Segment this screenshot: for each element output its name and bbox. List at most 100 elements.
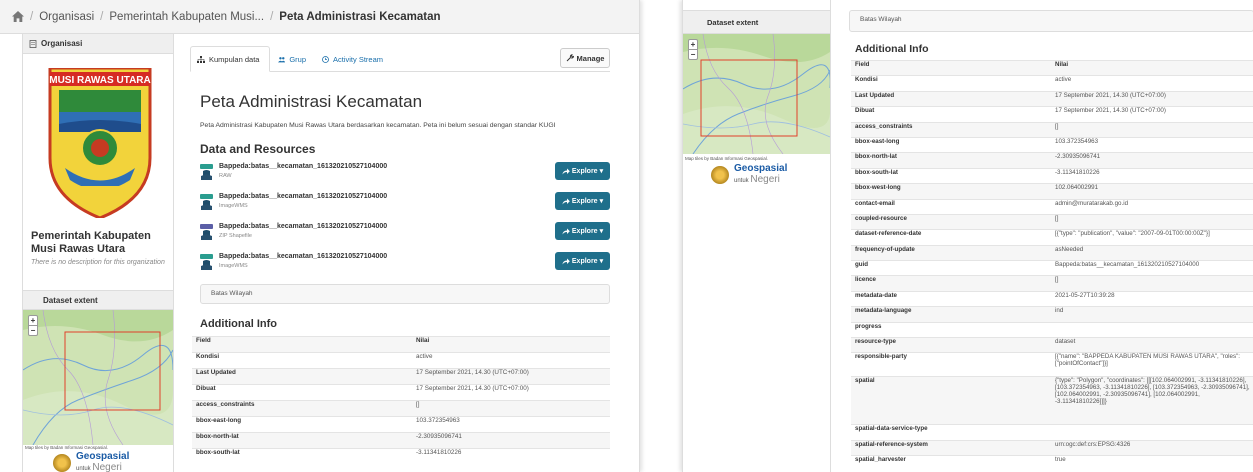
zoom-in-button[interactable]: +	[29, 316, 37, 325]
row-value: 17 September 2021, 14.30 (UTC+07:00)	[1051, 90, 1253, 107]
row-value: 102.064002991	[1051, 183, 1253, 200]
home-icon[interactable]	[12, 11, 24, 22]
caret-down-icon: ▾	[599, 168, 604, 175]
breadcrumb-link-organisasi[interactable]: Organisasi	[39, 11, 94, 23]
resource-item[interactable]: Bappeda:batas__kecamatan_161320210527104…	[200, 252, 610, 278]
resource-item[interactable]: Bappeda:batas__kecamatan_161320210527104…	[200, 162, 610, 188]
row-value: asNeeded	[1051, 244, 1253, 261]
row-value: Bappeda:batas__kecamatan_161320210527104…	[1051, 260, 1253, 276]
table-row: dataset-reference-date [{"type": "publica…	[851, 229, 1253, 246]
row-field: coupled-resource	[851, 213, 1051, 230]
row-field: spatial-data-service-type	[851, 424, 1051, 441]
geospasial-logo-for: untuk	[734, 178, 749, 184]
tab-activity-stream[interactable]: Activity Stream	[316, 46, 396, 72]
dataset-extent-map[interactable]: + −	[23, 310, 173, 445]
users-icon	[278, 56, 286, 62]
dataset-extent-heading: Dataset extent	[23, 290, 173, 310]
row-value: []	[1051, 213, 1253, 230]
share-arrow-icon	[562, 198, 570, 204]
organization-logo[interactable]: MUSI RAWAS UTARA	[45, 68, 155, 218]
resource-format: ImageWMS	[219, 203, 248, 209]
map-attribution[interactable]: Map tiles by Badan Informasi Geospasial.	[685, 156, 768, 161]
explore-button[interactable]: Explore ▾	[555, 162, 610, 180]
tab-kumpulan-data[interactable]: Kumpulan data	[190, 46, 270, 72]
table-row: coupled-resource[]	[851, 213, 1253, 230]
resource-name[interactable]: Bappeda:batas__kecamatan_161320210527104…	[219, 223, 387, 230]
organization-description: There is no description for this organiz…	[31, 259, 165, 266]
resource-format: ImageWMS	[219, 263, 248, 269]
tab-grup[interactable]: Grup	[272, 46, 312, 72]
explore-button-label: Explore	[571, 167, 598, 175]
row-field: spatial	[851, 376, 1051, 425]
resource-item[interactable]: Bappeda:batas__kecamatan_161320210527104…	[200, 222, 610, 248]
explore-button[interactable]: Explore ▾	[555, 252, 610, 270]
tab-label: Activity Stream	[333, 54, 384, 64]
organization-name[interactable]: Pemerintah Kabupaten Musi Rawas Utara	[31, 230, 171, 256]
zoom-out-button[interactable]: −	[29, 325, 37, 335]
row-value: -3.11341810226	[412, 448, 610, 465]
tag-batas-wilayah[interactable]: Batas Wilayah	[211, 290, 253, 297]
map-zoom-control: + −	[28, 315, 38, 336]
zoom-in-button[interactable]: +	[689, 40, 697, 49]
row-field: bbox-south-lat	[192, 448, 412, 465]
imagewms-format-icon	[200, 254, 213, 270]
row-value: -3.11341810226	[1051, 167, 1253, 184]
tag-batas-wilayah[interactable]: Batas Wilayah	[860, 16, 902, 23]
explore-button[interactable]: Explore ▾	[555, 222, 610, 240]
breadcrumb-link-organization[interactable]: Pemerintah Kabupaten Musi...	[109, 11, 264, 23]
resource-item[interactable]: Bappeda:batas__kecamatan_161320210527104…	[200, 192, 610, 218]
row-field: access_constraints	[192, 400, 412, 417]
geospasial-logo[interactable]: Geospasial untuk Negeri	[711, 164, 787, 185]
resource-name[interactable]: Bappeda:batas__kecamatan_161320210527104…	[219, 253, 387, 260]
row-value: [{"name": "BAPPEDA KABUPATEN MUSI RAWAS …	[1051, 352, 1253, 377]
table-row: bbox-north-lat -2.30935096741	[851, 152, 1253, 169]
geospasial-logo[interactable]: Geospasial untuk Negeri	[53, 452, 129, 472]
row-field: bbox-east-long	[851, 136, 1051, 153]
logo-banner-text: MUSI RAWAS UTARA	[49, 75, 150, 86]
sidebar-continued: Dataset extent + − Map tiles by Badan In…	[683, 0, 831, 472]
table-row: Dibuat 17 September 2021, 14.30 (UTC+07:0…	[192, 384, 610, 401]
table-row: access_constraints[]	[851, 121, 1253, 138]
explore-button-label: Explore	[571, 257, 598, 265]
table-row: licence[]	[851, 275, 1253, 292]
table-row: spatial-reference-system urn:ogc:def:crs:…	[851, 439, 1253, 456]
table-row: contact-email admin@muratarakab.go.id	[851, 198, 1253, 215]
resources-heading: Data and Resources	[200, 142, 316, 156]
row-field: responsible-party	[851, 352, 1051, 377]
explore-button[interactable]: Explore ▾	[555, 192, 610, 210]
row-value: -2.30935096741	[412, 432, 610, 449]
dataset-extent-map[interactable]: + −	[683, 34, 830, 154]
row-value: dataset	[1051, 337, 1253, 353]
garuda-emblem-icon	[53, 453, 71, 472]
map-attribution[interactable]: Map tiles by Badan Informasi Geospasial.	[25, 445, 108, 450]
table-row: Kondisi active	[851, 75, 1253, 92]
right-screenshot: Dataset extent + − Map tiles by Badan In…	[682, 0, 1253, 472]
row-field: bbox-west-long	[851, 183, 1051, 200]
additional-info-table: Field Nilai Kondisi active Last Updated 17 …	[192, 336, 610, 465]
dataset-tabs: Kumpulan data Grup Activity Stream Manag…	[190, 46, 610, 72]
breadcrumb-current[interactable]: Peta Administrasi Kecamatan	[279, 11, 440, 23]
row-value: active	[412, 352, 610, 369]
table-row: spatial {"type": "Polygon", "coordinates"…	[851, 376, 1253, 425]
clock-icon	[322, 55, 329, 63]
table-row: guid Bappeda:batas__kecamatan_16132021052…	[851, 260, 1253, 276]
row-value: active	[1051, 75, 1253, 92]
resource-name[interactable]: Bappeda:batas__kecamatan_161320210527104…	[219, 193, 387, 200]
row-value: 17 September 2021, 14.30 (UTC+07:00)	[412, 368, 610, 385]
manage-button[interactable]: Manage	[560, 48, 610, 68]
garuda-emblem-icon	[711, 165, 729, 184]
table-header-field: Field	[192, 336, 412, 353]
row-field: Last Updated	[192, 368, 412, 385]
imagewms-format-icon	[200, 194, 213, 210]
row-field: Kondisi	[192, 352, 412, 369]
zoom-out-button[interactable]: −	[689, 49, 697, 59]
resource-name[interactable]: Bappeda:batas__kecamatan_161320210527104…	[219, 163, 387, 170]
table-header-row: Field Nilai	[192, 336, 610, 353]
share-arrow-icon	[562, 258, 570, 264]
dataset-notes: Peta Administrasi Kabupaten Musi Rawas U…	[200, 122, 556, 129]
row-field: metadata-date	[851, 290, 1051, 307]
manage-button-label: Manage	[576, 53, 605, 63]
table-row: bbox-south-lat -3.11341810226	[851, 167, 1253, 184]
explore-button-label: Explore	[571, 227, 598, 235]
row-field: Kondisi	[851, 75, 1051, 92]
